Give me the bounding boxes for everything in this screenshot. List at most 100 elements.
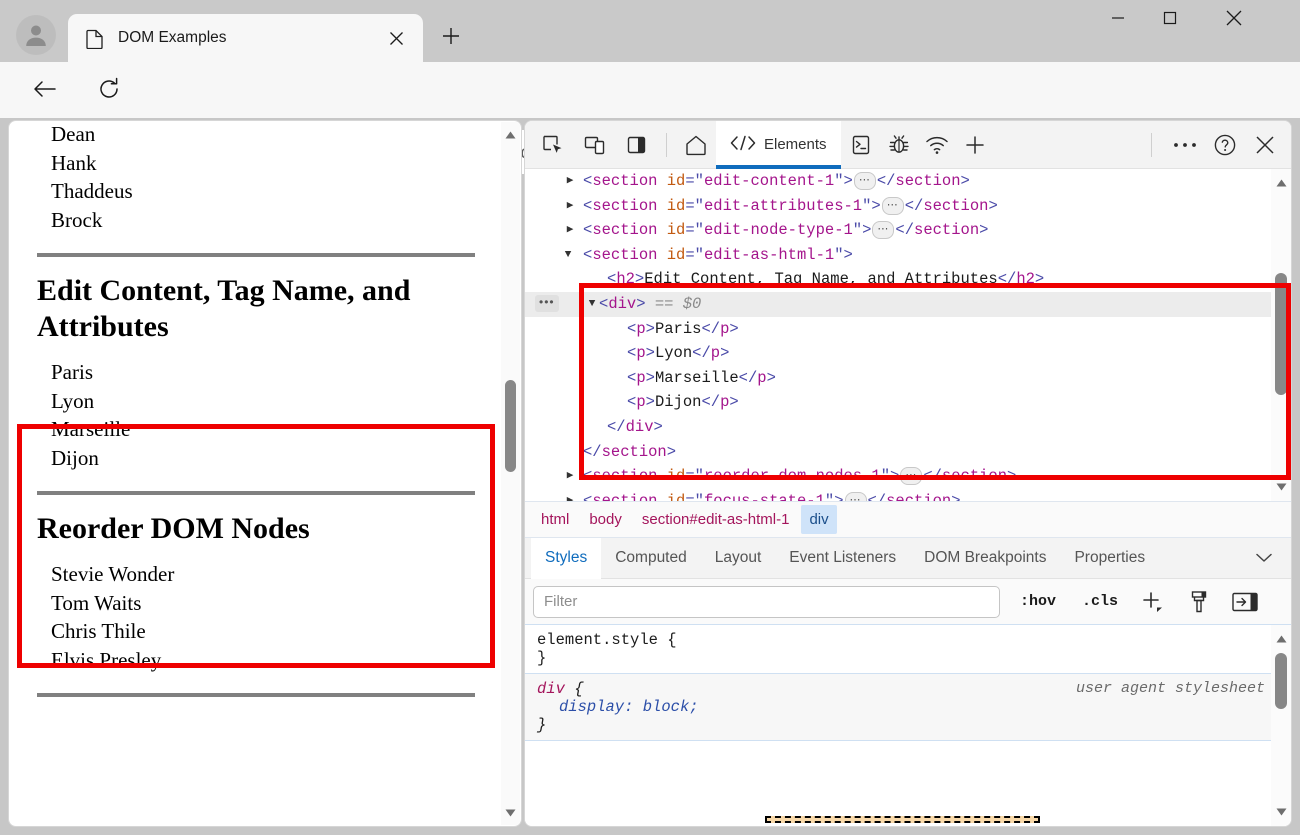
debugger-bug-icon[interactable] <box>881 128 917 162</box>
dom-node-row-selected[interactable]: ••• ▼ <div> == $0 <box>525 292 1271 317</box>
expand-triangle-icon[interactable]: ▶ <box>563 169 577 194</box>
scroll-down-icon[interactable] <box>1271 477 1291 497</box>
window-close-button[interactable] <box>1208 0 1260 40</box>
dom-attr-value: edit-content-1 <box>704 172 834 190</box>
device-toolbar-icon[interactable] <box>577 128 613 162</box>
page-scrollbar-thumb[interactable] <box>505 380 516 472</box>
dom-node-row[interactable]: ▼ <section id="edit-as-html-1"> <box>525 243 1271 268</box>
home-icon[interactable] <box>678 128 714 162</box>
dom-node-row[interactable]: <p>Marseille</p> <box>525 366 1271 391</box>
expand-triangle-icon[interactable]: ▶ <box>563 489 577 501</box>
collapse-triangle-icon[interactable]: ▼ <box>585 292 599 317</box>
dom-attr-value: reorder-dom-nodes-1 <box>704 467 881 485</box>
dom-node-row[interactable]: <p>Dijon</p> <box>525 390 1271 415</box>
page-scrollbar[interactable] <box>501 122 520 825</box>
breadcrumb-item-div[interactable]: div <box>801 505 836 534</box>
dom-node-row[interactable]: ▶ <section id="focus-state-1">⋯</section… <box>525 489 1271 501</box>
dom-node-row[interactable]: </section> <box>525 440 1271 465</box>
css-selector-line[interactable]: element.style { <box>537 631 1279 649</box>
browser-tab[interactable]: DOM Examples <box>68 14 423 62</box>
new-tab-button[interactable] <box>432 22 470 54</box>
devtools-close-icon[interactable] <box>1247 128 1283 162</box>
reload-button[interactable] <box>90 72 128 110</box>
plus-icon <box>442 27 460 50</box>
dom-node-row[interactable]: ▶ <section id="edit-attributes-1">⋯</sec… <box>525 194 1271 219</box>
breadcrumb-item-html[interactable]: html <box>533 505 577 534</box>
styles-scrollbar[interactable] <box>1271 625 1291 826</box>
maximize-button[interactable] <box>1144 0 1196 40</box>
tab-properties[interactable]: Properties <box>1060 538 1159 579</box>
section-reorder-dom-nodes: Reorder DOM Nodes Stevie Wonder Tom Wait… <box>37 495 475 674</box>
filter-input[interactable] <box>533 586 1000 618</box>
chevron-down-icon[interactable] <box>1249 543 1279 573</box>
css-declaration[interactable]: display: block; <box>537 698 1279 716</box>
dom-node-row[interactable]: </div> <box>525 415 1271 440</box>
account-avatar-icon[interactable] <box>16 15 56 55</box>
node-ellipsis-badge[interactable]: ••• <box>535 295 559 312</box>
tab-dom-breakpoints[interactable]: DOM Breakpoints <box>910 538 1060 579</box>
expand-ellipsis-icon[interactable]: ⋯ <box>882 197 904 215</box>
tab-computed[interactable]: Computed <box>601 538 701 579</box>
scroll-up-icon[interactable] <box>1271 629 1291 649</box>
maximize-icon <box>1163 11 1177 30</box>
tab-layout[interactable]: Layout <box>701 538 776 579</box>
toggle-render-pane-icon[interactable] <box>1228 587 1262 617</box>
dom-node-row[interactable]: <p>Lyon</p> <box>525 341 1271 366</box>
inspect-element-icon[interactable] <box>535 128 571 162</box>
dom-tree-view[interactable]: ▶ <section id="edit-content-1">⋯</sectio… <box>525 169 1291 501</box>
dom-text-node[interactable]: Marseille <box>655 369 739 387</box>
list-item: Thaddeus <box>51 178 475 206</box>
dom-node-row[interactable]: ▶ <section id="edit-content-1">⋯</sectio… <box>525 169 1271 194</box>
expand-triangle-icon[interactable]: ▶ <box>563 464 577 489</box>
dom-text-node[interactable]: Paris <box>655 320 702 338</box>
dom-text-node[interactable]: Edit Content, Tag Name, and Attributes <box>644 270 997 288</box>
collapse-triangle-icon[interactable]: ▼ <box>561 243 575 268</box>
expand-triangle-icon[interactable]: ▶ <box>563 194 577 219</box>
scroll-down-icon[interactable] <box>501 803 520 822</box>
minimize-button[interactable] <box>1092 0 1144 40</box>
dom-node-row[interactable]: ▶ <section id="edit-node-type-1">⋯</sect… <box>525 218 1271 243</box>
back-button[interactable] <box>26 72 64 110</box>
styles-scrollbar-thumb[interactable] <box>1275 653 1287 709</box>
expand-ellipsis-icon[interactable]: ⋯ <box>845 492 867 501</box>
dom-node-row[interactable]: <h2>Edit Content, Tag Name, and Attribut… <box>525 267 1271 292</box>
paintbrush-icon[interactable] <box>1182 587 1216 617</box>
styles-rules-pane[interactable]: element.style { } div { user agent style… <box>525 625 1291 826</box>
list-item: Hank <box>51 150 475 178</box>
dom-text-node[interactable]: Lyon <box>655 344 692 362</box>
scroll-up-icon[interactable] <box>1271 173 1291 193</box>
dock-panel-icon[interactable] <box>619 128 655 162</box>
add-tool-plus-icon[interactable] <box>957 128 993 162</box>
dom-tree-scrollbar[interactable] <box>1271 169 1291 501</box>
dom-tag-name: section <box>592 246 657 264</box>
scroll-down-icon[interactable] <box>1271 802 1291 822</box>
breadcrumb-item-body[interactable]: body <box>581 505 630 534</box>
scroll-up-icon[interactable] <box>501 125 520 144</box>
breadcrumb-item-section[interactable]: section#edit-as-html-1 <box>634 505 798 534</box>
breadcrumb: html body section#edit-as-html-1 div <box>525 501 1291 538</box>
dom-attr-name: id <box>667 197 686 215</box>
expand-triangle-icon[interactable]: ▶ <box>563 218 577 243</box>
dom-node-row[interactable]: ▶ <section id="reorder-dom-nodes-1">⋯</s… <box>525 464 1271 489</box>
network-wifi-icon[interactable] <box>919 128 955 162</box>
tab-elements[interactable]: Elements <box>716 121 841 169</box>
css-rule-element-style[interactable]: element.style { } <box>525 625 1291 674</box>
cls-toggle-button[interactable]: .cls <box>1076 589 1124 614</box>
expand-ellipsis-icon[interactable]: ⋯ <box>900 467 922 485</box>
plus-with-dropdown-icon[interactable] <box>1136 587 1170 617</box>
dom-scrollbar-thumb[interactable] <box>1275 273 1287 395</box>
dom-node-row[interactable]: <p>Paris</p> <box>525 317 1271 342</box>
help-circle-icon[interactable] <box>1207 128 1243 162</box>
tab-event-listeners[interactable]: Event Listeners <box>775 538 910 579</box>
expand-ellipsis-icon[interactable]: ⋯ <box>872 221 894 239</box>
hov-toggle-button[interactable]: :hov <box>1014 589 1062 614</box>
css-rule-user-agent[interactable]: div { user agent stylesheet display: blo… <box>525 674 1291 741</box>
devtools-panel: Elements <box>524 120 1292 827</box>
close-icon[interactable] <box>381 23 411 53</box>
more-tools-icon[interactable] <box>1167 128 1203 162</box>
console-terminal-icon[interactable] <box>843 128 879 162</box>
dom-text-node[interactable]: Dijon <box>655 393 702 411</box>
page-viewport[interactable]: Dean Hank Thaddeus Brock Edit Content, T… <box>8 120 522 827</box>
tab-styles[interactable]: Styles <box>531 538 601 579</box>
expand-ellipsis-icon[interactable]: ⋯ <box>854 172 876 190</box>
